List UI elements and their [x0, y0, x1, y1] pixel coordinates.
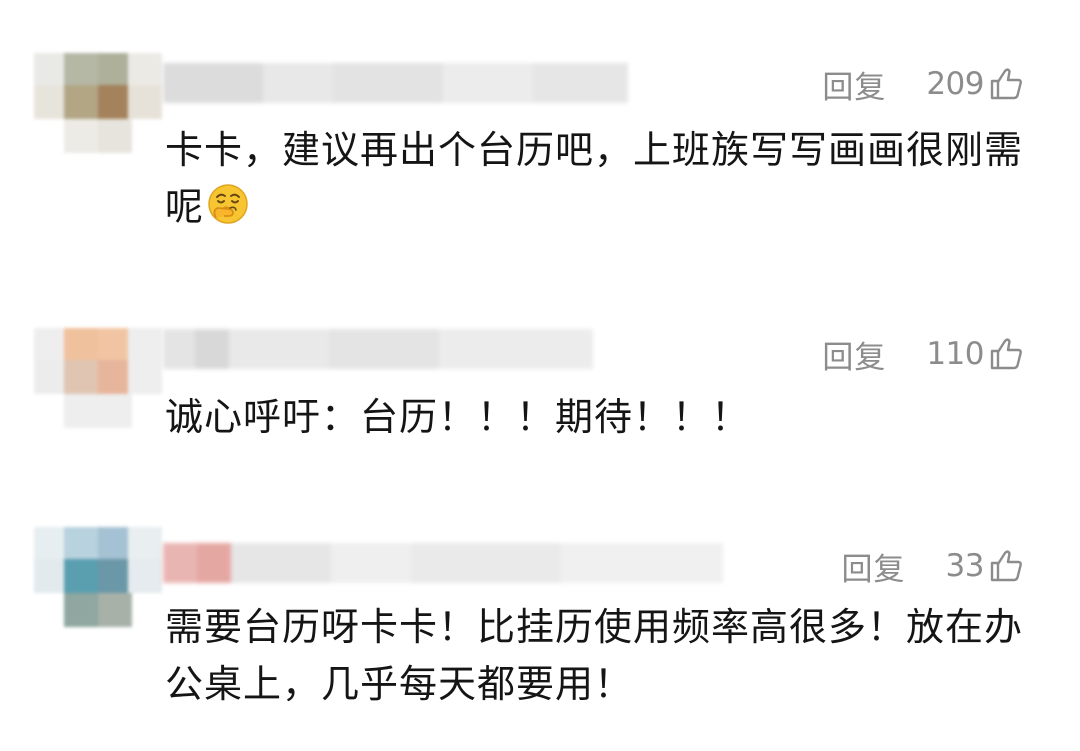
comment-actions: 回复 110: [822, 332, 1024, 377]
smiling-face-with-hand-emoji: [208, 184, 248, 224]
avatar[interactable]: [34, 527, 162, 627]
avatar[interactable]: [34, 53, 162, 153]
comment-body: 卡卡，建议再出个台历吧，上班族写写画画很刚需呢: [165, 128, 1024, 229]
thumbs-up-icon[interactable]: [988, 548, 1024, 584]
comment-item: 回复 209 卡卡，建议再出个台历吧，上班族写写画画很刚需呢: [0, 0, 1080, 250]
thumbs-up-icon[interactable]: [988, 66, 1024, 102]
username-blurred[interactable]: [163, 329, 593, 369]
comment-text: 需要台历呀卡卡！比挂历使用频率高很多！放在办公桌上，几乎每天都要用！: [165, 599, 1025, 713]
reply-button[interactable]: 回复: [822, 332, 886, 377]
comment-body: 诚心呼吁：台历！！！期待！！！: [165, 395, 751, 439]
comment-text: 诚心呼吁：台历！！！期待！！！: [165, 389, 1025, 446]
avatar[interactable]: [34, 328, 162, 428]
comment-body: 需要台历呀卡卡！比挂历使用频率高很多！放在办公桌上，几乎每天都要用！: [165, 605, 1024, 706]
comment-actions: 回复 209: [822, 62, 1024, 107]
like-count: 33: [945, 548, 985, 584]
reply-button[interactable]: 回复: [822, 62, 886, 107]
like-count: 209: [926, 66, 984, 102]
reply-button[interactable]: 回复: [842, 544, 906, 589]
thumbs-up-icon[interactable]: [988, 336, 1024, 372]
username-blurred[interactable]: [163, 63, 628, 103]
comment-list: 回复 209 卡卡，建议再出个台历吧，上班族写写画画很刚需呢 回复 110 诚心…: [0, 0, 1080, 751]
username-blurred[interactable]: [163, 543, 723, 583]
comment-item: 回复 33 需要台历呀卡卡！比挂历使用频率高很多！放在办公桌上，几乎每天都要用！: [0, 515, 1080, 751]
comment-item: 回复 110 诚心呼吁：台历！！！期待！！！: [0, 300, 1080, 460]
like-count: 110: [926, 336, 984, 372]
comment-actions: 回复 33: [842, 544, 1024, 589]
comment-text: 卡卡，建议再出个台历吧，上班族写写画画很刚需呢: [165, 122, 1025, 236]
